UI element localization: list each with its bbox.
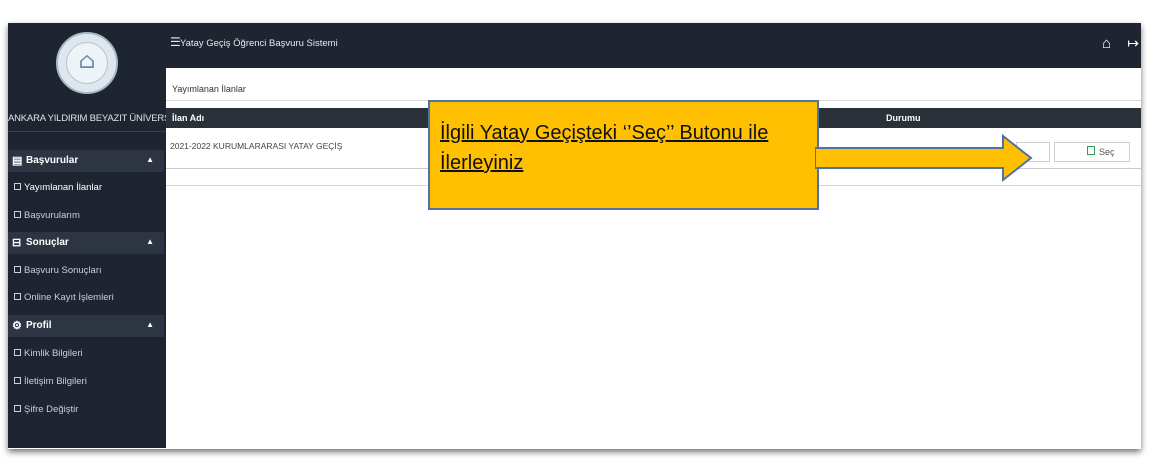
instruction-callout: İlgili Yatay Geçişteki ‘’Seç’’ Butonu il…	[428, 100, 819, 210]
square-icon	[14, 349, 21, 356]
square-icon	[14, 377, 21, 384]
square-icon	[14, 211, 21, 218]
square-icon	[14, 183, 21, 190]
logo-emblem-icon: ⌂	[78, 49, 96, 74]
sidebar-item-sifre-degistir[interactable]: Şifre Değiştir	[8, 401, 164, 421]
chevron-up-icon: ▲	[146, 155, 154, 164]
column-header-durumu: Durumu	[886, 113, 921, 123]
sidebar-item-basvuru-sonuclari[interactable]: Başvuru Sonuçları	[8, 262, 164, 282]
column-header-ilan-adi: İlan Adı	[172, 113, 205, 123]
sidebar-item-online-kayit[interactable]: Online Kayıt İşlemleri	[8, 289, 164, 309]
gears-icon: ⚙	[12, 320, 22, 332]
top-navbar: ☰ Yatay Geçiş Öğrenci Başvuru Sistemi ⌂ …	[166, 23, 1141, 68]
callout-arrow-icon	[815, 134, 1033, 183]
square-icon	[14, 405, 21, 412]
home-icon[interactable]: ⌂	[1102, 35, 1111, 52]
document-icon: ▤	[12, 155, 23, 167]
sidebar-item-iletisim-bilgileri[interactable]: İletişim Bilgileri	[8, 373, 164, 393]
sidebar: ⌂ ANKARA YILDIRIM BEYAZIT ÜNİVERSİT ▤ Ba…	[8, 23, 179, 448]
chevron-up-icon: ▲	[146, 320, 154, 329]
sidebar-divider	[8, 131, 166, 132]
sidebar-group-profil[interactable]: ⚙ Profil ▲	[8, 315, 164, 337]
sidebar-item-yayimlanan-ilanlar[interactable]: Yayımlanan İlanlar	[8, 179, 164, 199]
chevron-up-icon: ▲	[146, 237, 154, 246]
sidebar-item-kimlik-bilgileri[interactable]: Kimlik Bilgileri	[8, 345, 164, 365]
university-logo: ⌂	[56, 32, 118, 94]
sidebar-group-basvurular[interactable]: ▤ Başvurular ▲	[8, 150, 164, 172]
square-icon	[14, 266, 21, 273]
logout-icon[interactable]: ↦	[1127, 35, 1139, 52]
sidebar-item-basvurularim[interactable]: Başvurularım	[8, 207, 164, 227]
app-title: Yatay Geçiş Öğrenci Başvuru Sistemi	[180, 38, 338, 49]
breadcrumb: Yayımlanan İlanlar	[172, 84, 246, 94]
sidebar-group-sonuclar[interactable]: ⊟ Sonuçlar ▲	[8, 232, 164, 254]
check-square-icon	[1087, 146, 1095, 155]
sec-button[interactable]: Seç	[1054, 142, 1130, 162]
university-name: ANKARA YILDIRIM BEYAZIT ÜNİVERSİT	[8, 113, 179, 124]
square-icon	[14, 293, 21, 300]
callout-line-2: İlerleyiniz	[440, 152, 524, 174]
callout-line-1: İlgili Yatay Geçişteki ‘’Seç’’ Butonu il…	[440, 122, 769, 144]
ilan-adi-cell: 2021-2022 KURUMLARARASI YATAY GEÇİŞ	[170, 141, 343, 151]
inbox-icon: ⊟	[12, 237, 22, 249]
